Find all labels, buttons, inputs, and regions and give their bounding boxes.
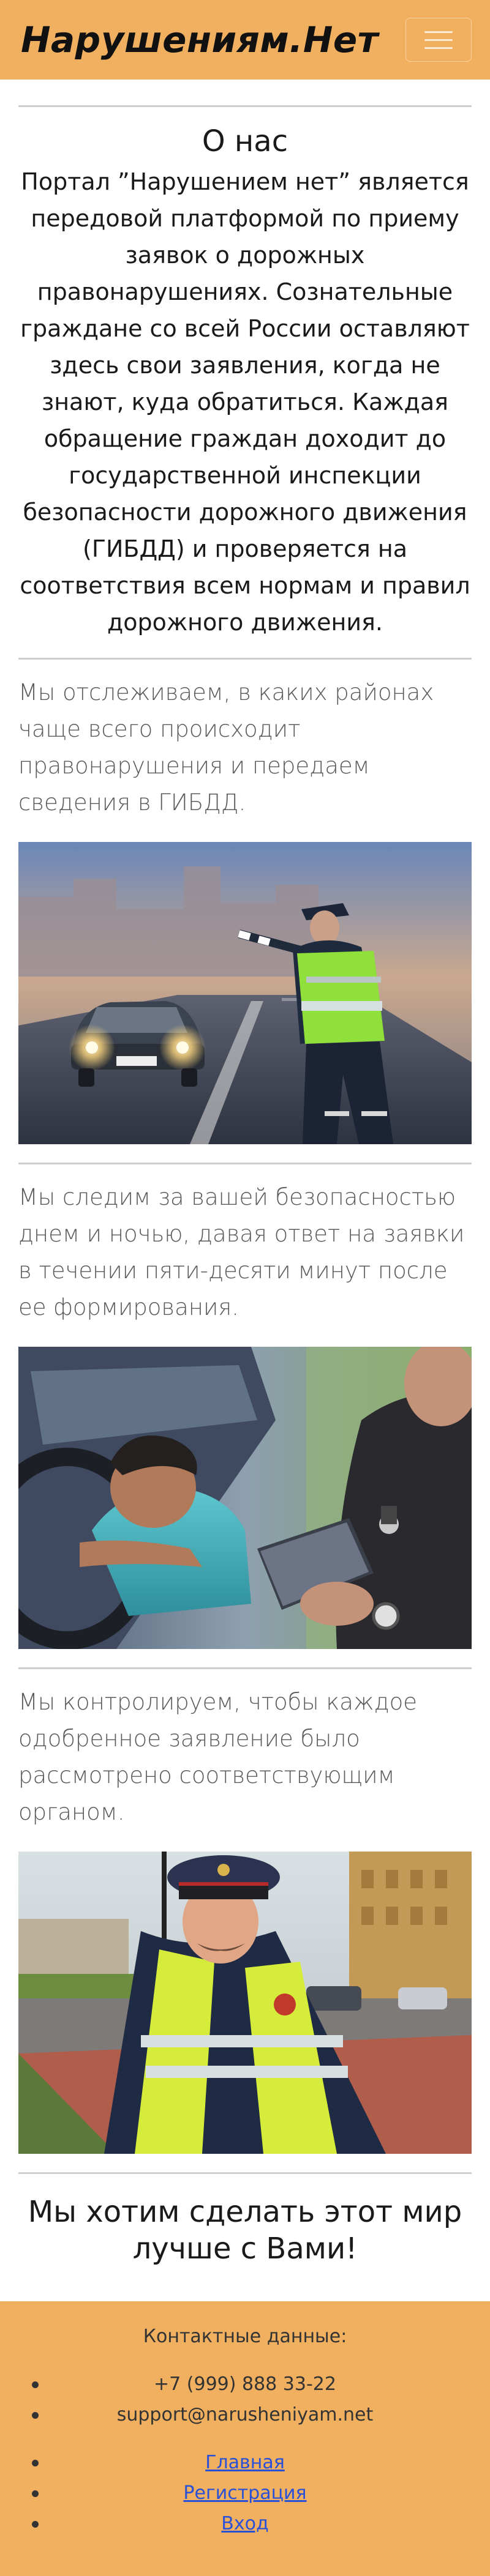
photo-traffic-inspector-portrait <box>18 1851 472 2154</box>
contact-title: Контактные данные: <box>143 2325 347 2347</box>
hamburger-icon-line <box>424 39 453 41</box>
closing-slogan: Мы хотим сделать этот мир лучше с Вами! <box>28 2194 462 2266</box>
contact-email: support@narusheniyam.net <box>18 2400 472 2430</box>
main-content: О нас Портал ”Нарушением нет” является п… <box>0 105 490 2301</box>
brand-logo[interactable]: Нарушениям.Нет <box>21 19 379 61</box>
footer-link-home[interactable]: Главная <box>205 2452 285 2473</box>
contact-phone: +7 (999) 888 33-22 <box>18 2369 472 2400</box>
footer-nav: Главная Регистрация Вход <box>18 2448 472 2539</box>
contact-list: +7 (999) 888 33-22 support@narusheniyam.… <box>18 2369 472 2430</box>
menu-toggle-button[interactable] <box>405 18 472 62</box>
footer-link-login[interactable]: Вход <box>221 2513 268 2534</box>
about-text: Портал ”Нарушением нет” является передов… <box>20 168 470 636</box>
navbar: Нарушениям.Нет <box>0 0 490 80</box>
hamburger-icon-line <box>424 47 453 49</box>
photo-driver-inspection <box>18 1346 472 1649</box>
footer-link-register[interactable]: Регистрация <box>183 2482 306 2504</box>
about-title: О нас <box>202 124 288 158</box>
feature-text: Мы контролируем, чтобы каждое одобренное… <box>18 1688 418 1825</box>
feature-text: Мы отслеживаем, в каких районах чаще все… <box>18 679 434 816</box>
footer-nav-item-register: Регистрация <box>18 2478 472 2509</box>
footer-nav-item-home: Главная <box>18 2448 472 2478</box>
feature-text: Мы следим за вашей безопасностью днем и … <box>18 1183 465 1320</box>
footer-nav-item-login: Вход <box>18 2509 472 2539</box>
footer: Контактные данные: +7 (999) 888 33-22 su… <box>0 2301 490 2576</box>
about-section: О нас Портал ”Нарушением нет” является п… <box>18 107 472 658</box>
photo-traffic-officer-night <box>18 841 472 1144</box>
hamburger-icon-line <box>424 31 453 33</box>
